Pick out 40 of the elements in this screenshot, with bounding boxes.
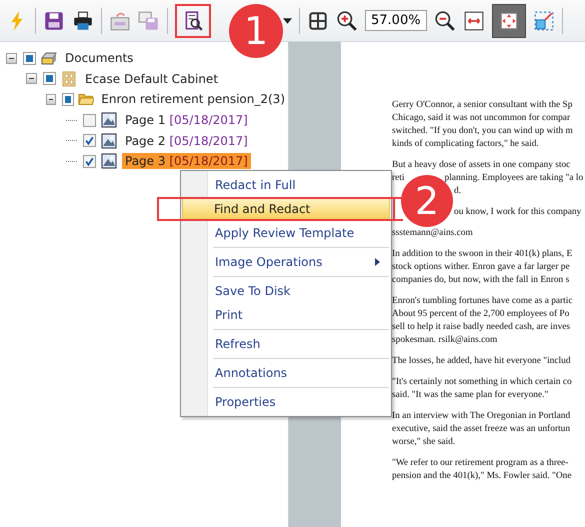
document-text: About 95 percent of the 2,700 employees of Po — [392, 308, 570, 321]
menu-item[interactable]: Refresh — [183, 332, 389, 356]
menu-item[interactable]: Annotations — [183, 361, 389, 385]
menu-item[interactable]: Redact in Full — [183, 173, 389, 197]
document-text: said. "It was the same plan for everyone." — [392, 389, 548, 402]
document-text: The losses, he added, have hit everyone "includ — [392, 355, 571, 368]
document-text: ou know, I work for this company — [454, 206, 582, 219]
document-text: d. — [454, 185, 462, 198]
document-text: sell to help it raise badly needed cash, are inves — [392, 321, 570, 334]
document-text: Enron's tumbling fortunes have come as a partic — [392, 295, 573, 308]
document-text: "We refer to our retirement program as a three- — [392, 457, 568, 470]
tree-item[interactable]: Ecase Default Cabinet — [82, 70, 222, 87]
document-text: ssstemann@ains.com — [392, 227, 473, 240]
document-text: Chicago, said it was not uncommon for compar — [392, 112, 570, 125]
page-item[interactable]: Page 2 [05/18/2017] — [122, 132, 251, 149]
zoom-field[interactable]: 57.00% — [365, 10, 427, 31]
menu-item[interactable]: Image Operations — [183, 250, 389, 274]
tree-item[interactable]: Documents — [62, 50, 136, 66]
document-text: Gerry O'Connor, a senior consultant with the Sp — [392, 99, 572, 112]
document-text: "It's certainly not something in which certain co — [392, 376, 572, 389]
page-item[interactable]: Page 1 [05/18/2017] — [122, 112, 251, 128]
menu-item[interactable]: Properties — [183, 390, 389, 414]
document-text: switched. "If you don't, you can wind up with m — [392, 125, 573, 138]
document-text: companies do, but now, with the fall in Enron s — [392, 274, 570, 287]
document-text: In addition to the swoon in their 401(k) plans, E — [392, 248, 572, 261]
document-text: But a heavy dose of assets in one company stoc — [392, 159, 570, 172]
menu-item[interactable]: Print — [183, 303, 389, 327]
document-text: pension and the 401(k)," Ms. Fowler said. "One — [392, 470, 572, 483]
menu-item[interactable]: Apply Review Template — [183, 221, 389, 245]
document-text: In an interview with The Oregonian in Portland — [392, 410, 570, 423]
document-text: spokesman. rsilk@ains.com — [392, 334, 498, 347]
document-text: worse," she said. — [392, 436, 456, 449]
document-text: planning. Employees are taking "a lo — [444, 172, 584, 185]
document-text: kinds of complicating factors," he said. — [392, 138, 539, 151]
document-text: executive, said the asset freeze was an unfortun — [392, 423, 570, 436]
tree-item[interactable]: Enron retirement pension_2(3) — [98, 91, 288, 108]
menu-item[interactable]: Save To Disk — [183, 279, 389, 303]
document-text: reti — [392, 172, 404, 185]
document-text: stock options wither. Enron gave a far larger pe — [392, 261, 570, 274]
page-item[interactable]: Page 3 [05/18/2017] — [122, 153, 251, 170]
